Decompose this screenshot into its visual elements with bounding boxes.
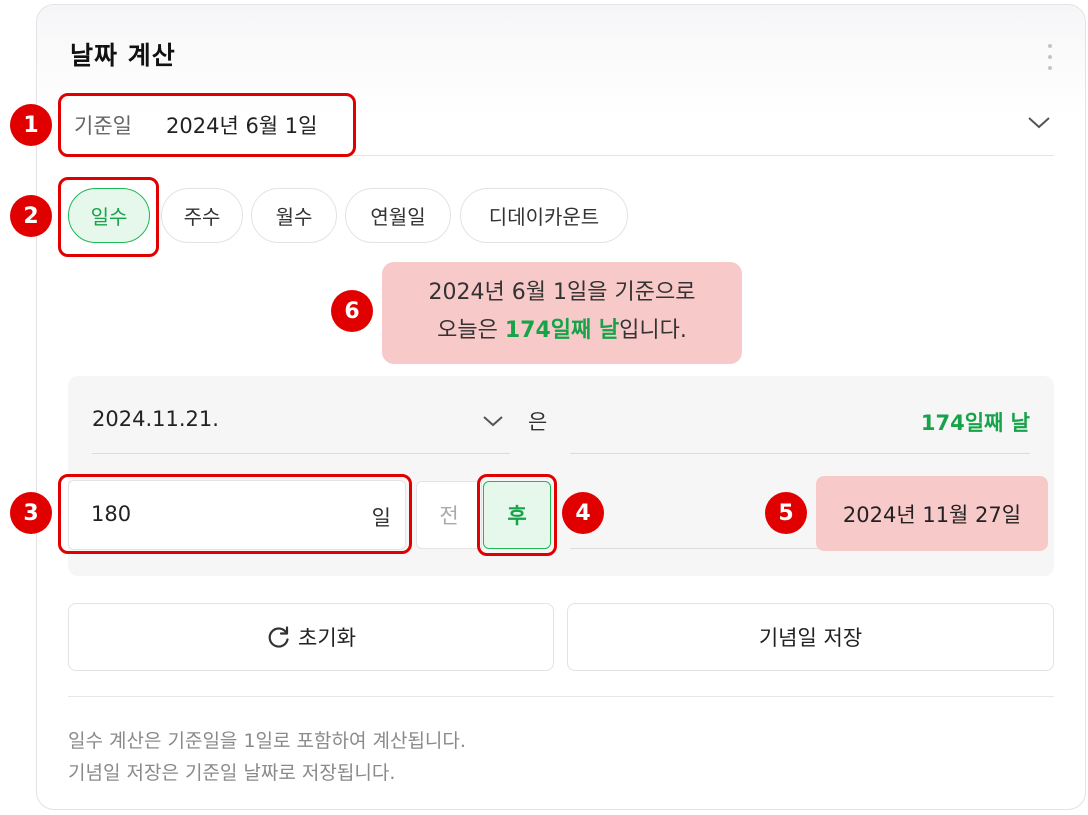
reset-button-label: 초기화: [298, 626, 356, 650]
tab-ymd[interactable]: 연월일: [345, 188, 451, 243]
target-date-dropdown[interactable]: 2024.11.21.: [92, 392, 510, 454]
message-line-2: 오늘은 174일째 날입니다.: [382, 312, 742, 350]
message-prefix: 오늘은: [437, 318, 505, 343]
note-text: 기념일 저장은 기준일 날짜로 저장됩니다.: [68, 762, 396, 784]
annotation-box: [58, 177, 159, 257]
refresh-icon: [268, 626, 289, 648]
save-anniversary-button[interactable]: 기념일 저장: [567, 603, 1054, 671]
note-text: 일수 계산은 기준일을 1일로 포함하여 계산됩니다.: [68, 730, 466, 752]
message-highlight: 174일째 날: [504, 318, 620, 343]
connector-text: 은: [528, 410, 548, 434]
reset-button[interactable]: 초기화: [68, 603, 554, 671]
annotation-box: [58, 474, 412, 554]
offset-result-date: 2024년 11월 27일: [816, 476, 1048, 551]
target-result-field: 174일째 날: [570, 392, 1030, 454]
save-anniversary-label: 기념일 저장: [758, 626, 863, 650]
before-button[interactable]: 전: [416, 481, 482, 549]
annotation-box: [58, 93, 356, 157]
chevron-down-icon: [1028, 117, 1050, 129]
tab-dday-count[interactable]: 디데이카운트: [460, 188, 628, 243]
annotation-badge: 4: [562, 492, 604, 534]
annotation-box: [477, 474, 557, 556]
target-result-value: 174일째 날: [920, 411, 1030, 435]
today-day-count-message: 2024년 6월 1일을 기준으로 오늘은 174일째 날입니다.: [382, 262, 742, 364]
message-suffix: 입니다.: [619, 318, 687, 343]
divider: [68, 696, 1054, 697]
message-line-1: 2024년 6월 1일을 기준으로: [428, 280, 696, 305]
chevron-down-icon: [483, 416, 503, 427]
annotation-badge: 6: [331, 290, 373, 332]
annotation-badge: 5: [765, 492, 807, 534]
target-date-value: 2024.11.21.: [92, 407, 219, 431]
annotation-badge: 1: [10, 104, 52, 146]
tab-weeks[interactable]: 주수: [161, 188, 243, 243]
tab-months[interactable]: 월수: [251, 188, 337, 243]
annotation-badge: 3: [10, 492, 52, 534]
page-title: 날짜 계산: [70, 41, 176, 70]
more-options-icon[interactable]: [1046, 44, 1054, 70]
annotation-badge: 2: [10, 195, 52, 237]
